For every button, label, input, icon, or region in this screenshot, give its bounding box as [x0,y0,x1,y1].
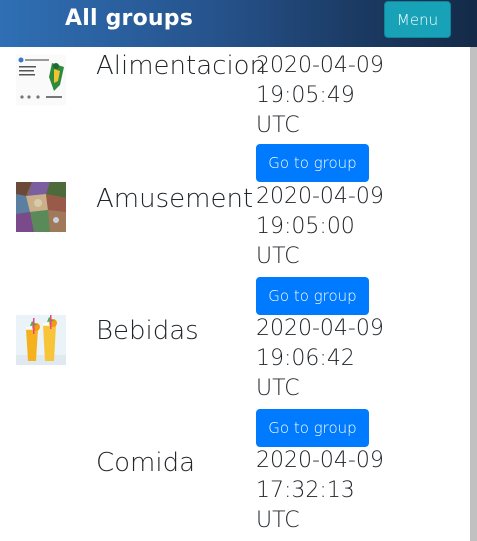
menu-button[interactable]: Menu [384,1,451,38]
page-scrollbar[interactable] [470,47,477,541]
group-timestamp: 2020-04-09 19:05:49 UTC [256,51,466,141]
go-to-group-button[interactable]: Go to group [256,277,369,315]
group-item-comida: Comida 2020-04-09 17:32:13 UTC [0,447,470,541]
group-name: Bebidas [96,316,199,346]
group-timezone: UTC [256,244,300,269]
group-time: 17:32:13 [256,478,355,503]
group-date: 2020-04-09 [256,53,384,78]
group-thumbnail [16,55,66,105]
group-item-bebidas: Bebidas 2020-04-09 19:06:42 UTC Go to gr… [0,315,470,447]
group-name: Alimentacion [96,51,267,81]
group-timestamp: 2020-04-09 19:06:42 UTC [256,314,466,404]
group-item-alimentacion: Alimentacion 2020-04-09 19:05:49 UTC Go … [0,47,470,183]
app-header: All groups Menu [0,0,477,47]
group-timezone: UTC [256,508,300,533]
go-to-group-button[interactable]: Go to group [256,409,369,447]
group-time: 19:06:42 [256,346,355,371]
group-name: Amusement [96,184,254,214]
group-name: Comida [96,448,196,478]
group-date: 2020-04-09 [256,316,384,341]
group-date: 2020-04-09 [256,184,384,209]
page-title: All groups [65,6,193,31]
group-time: 19:05:00 [256,214,355,239]
group-timestamp: 2020-04-09 17:32:13 UTC [256,446,466,536]
group-time: 19:05:49 [256,83,355,108]
group-thumbnail [16,315,66,365]
group-item-amusement: Amusement 2020-04-09 19:05:00 UTC Go to … [0,182,470,315]
go-to-group-button[interactable]: Go to group [256,144,369,182]
group-timestamp: 2020-04-09 19:05:00 UTC [256,182,466,272]
group-timezone: UTC [256,376,300,401]
group-timezone: UTC [256,113,300,138]
group-date: 2020-04-09 [256,448,384,473]
group-thumbnail [16,182,66,232]
